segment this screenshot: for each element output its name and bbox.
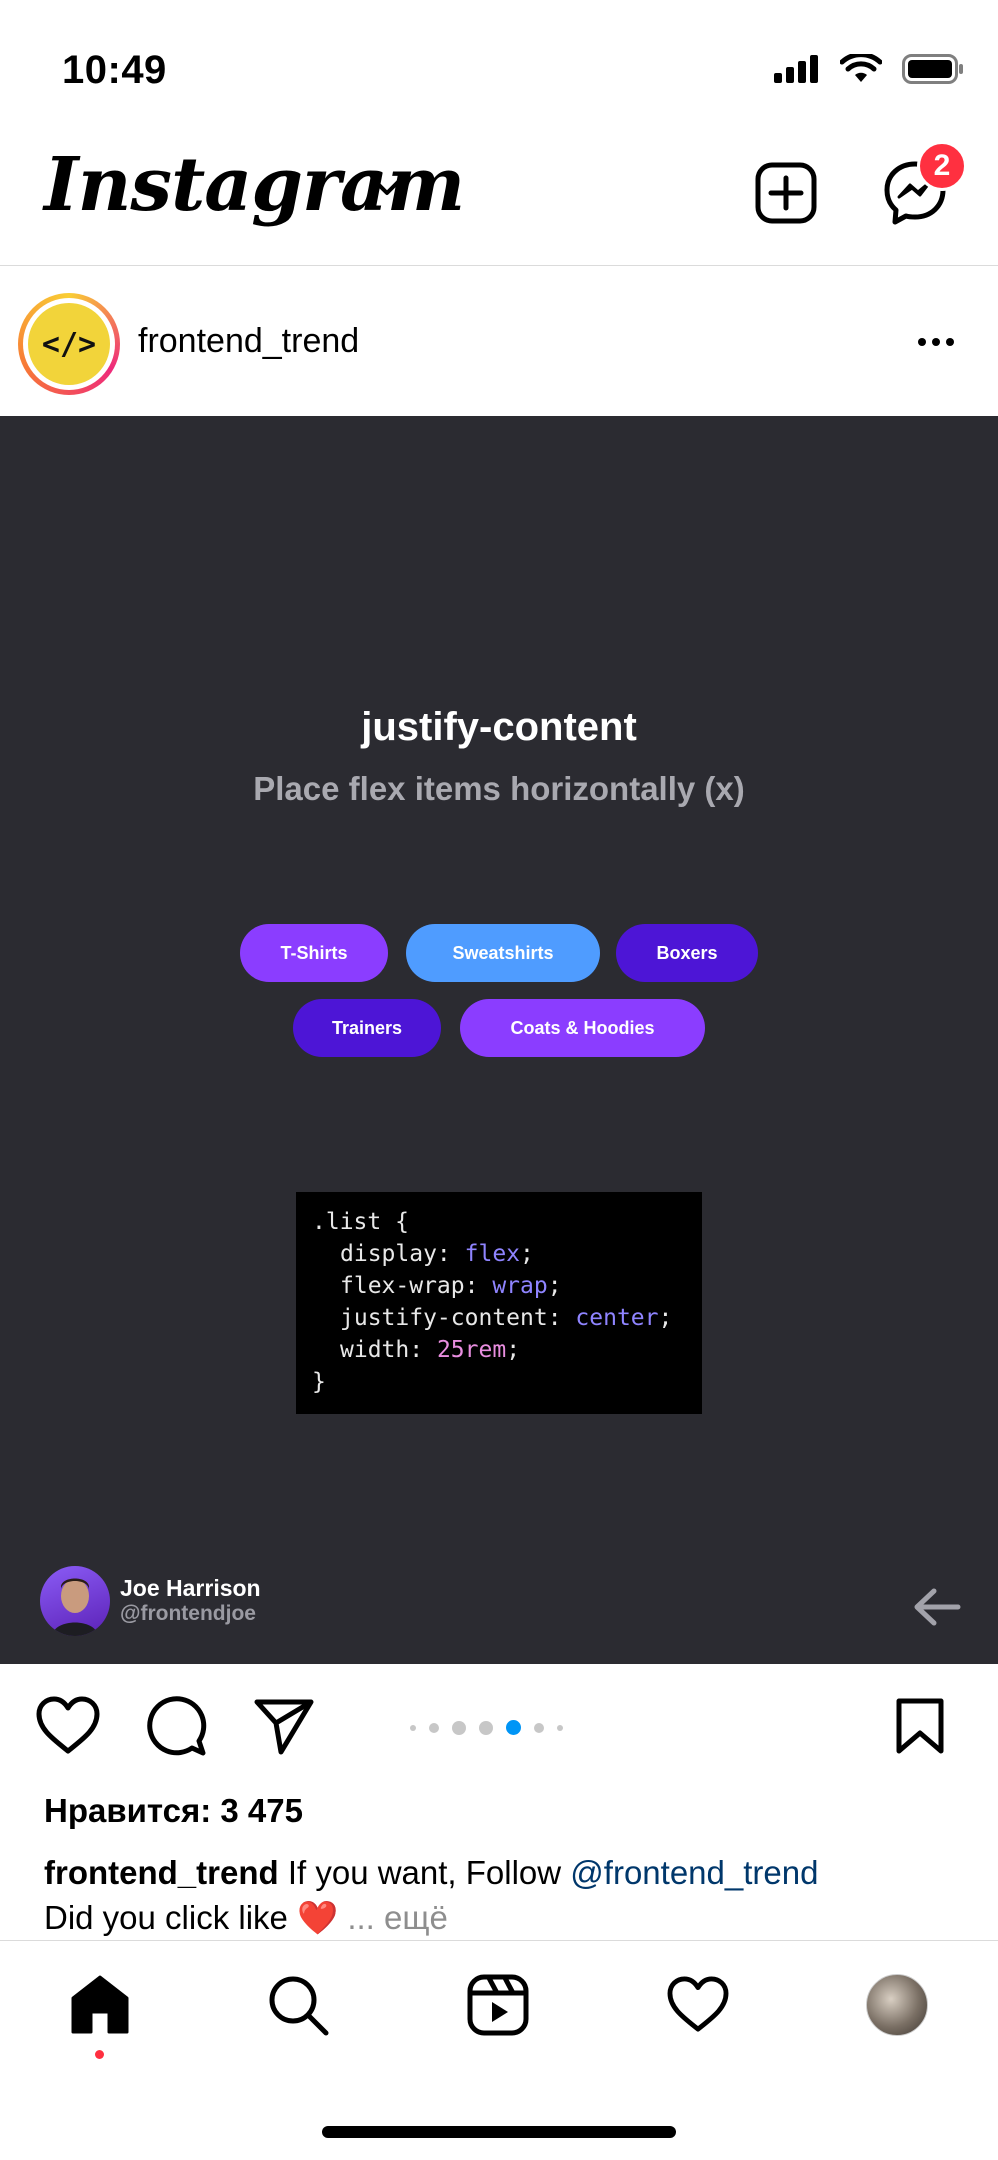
carousel-indicator xyxy=(410,1720,563,1735)
code-line: display: flex; xyxy=(340,1241,534,1267)
wifi-icon xyxy=(840,54,882,82)
caption-username[interactable]: frontend_trend xyxy=(44,1854,279,1891)
status-time: 10:49 xyxy=(62,48,167,92)
home-indicator xyxy=(322,2126,676,2138)
code-line: } xyxy=(312,1369,326,1395)
nav-divider xyxy=(0,1940,998,1941)
nav-search[interactable] xyxy=(258,1965,338,2045)
profile-avatar xyxy=(866,1974,928,2036)
caption-text: If you want, Follow xyxy=(278,1854,571,1891)
post-username[interactable]: frontend_trend xyxy=(138,322,359,361)
battery-icon xyxy=(902,54,963,84)
caption-mention[interactable]: @frontend_trend xyxy=(570,1854,818,1891)
comment-icon xyxy=(147,1696,207,1756)
home-active-dot xyxy=(95,2050,104,2059)
status-icons xyxy=(774,54,964,84)
carousel-dot xyxy=(429,1722,439,1733)
carousel-dot xyxy=(557,1724,563,1731)
messages-badge: 2 xyxy=(917,141,967,191)
heart-icon xyxy=(36,1696,100,1754)
nav-home[interactable] xyxy=(60,1965,140,2045)
new-post-icon xyxy=(755,162,817,224)
carousel-dot xyxy=(534,1722,544,1733)
home-icon xyxy=(71,1975,129,2034)
bookmark-icon xyxy=(896,1698,944,1754)
media-author-name: Joe Harrison xyxy=(120,1575,261,1601)
carousel-dot-active xyxy=(506,1720,521,1735)
pill-item: Boxers xyxy=(616,924,758,982)
search-icon xyxy=(269,1976,329,2036)
likes-count[interactable]: Нравится: 3 475 xyxy=(44,1792,303,1830)
send-icon xyxy=(254,1699,314,1755)
post-author-avatar[interactable]: </> xyxy=(18,293,120,395)
carousel-dot xyxy=(410,1724,416,1731)
pill-item: Coats & Hoodies xyxy=(460,999,705,1057)
new-post-button[interactable] xyxy=(751,158,821,228)
carousel-dot xyxy=(479,1720,493,1735)
more-options-icon[interactable] xyxy=(918,338,954,346)
pill-item: Trainers xyxy=(293,999,441,1057)
chevron-down-icon[interactable] xyxy=(372,178,402,203)
code-line: flex-wrap: wrap; xyxy=(340,1273,562,1299)
nav-activity[interactable] xyxy=(658,1965,738,2045)
post-caption: frontend_trend If you want, Follow @fron… xyxy=(44,1850,964,1940)
avatar-code-logo: </> xyxy=(28,303,110,385)
comment-button[interactable] xyxy=(140,1690,212,1762)
caption-more-link[interactable]: ... ещё xyxy=(338,1899,448,1936)
heart-emoji: ❤️ xyxy=(297,1899,339,1936)
code-block: .list { display: flex; flex-wrap: wrap; … xyxy=(296,1192,702,1414)
nav-profile[interactable] xyxy=(857,1965,937,2045)
share-button[interactable] xyxy=(248,1690,320,1762)
carousel-dot xyxy=(452,1720,466,1735)
pill-item: T-Shirts xyxy=(240,924,388,982)
caption-line2: Did you click like xyxy=(44,1899,298,1936)
save-button[interactable] xyxy=(884,1690,956,1762)
pill-item: Sweatshirts xyxy=(406,924,600,982)
header-divider xyxy=(0,265,998,266)
arrow-left-icon xyxy=(910,1585,962,1634)
code-line: width: 25rem; xyxy=(340,1337,521,1363)
media-author-handle: @frontendjoe xyxy=(120,1602,256,1625)
media-subtitle: Place flex items horizontally (x) xyxy=(253,770,745,807)
reels-icon xyxy=(467,1974,529,2036)
signal-icon xyxy=(774,55,818,83)
heart-icon xyxy=(667,1976,729,2032)
code-line: justify-content: center; xyxy=(340,1305,673,1331)
like-button[interactable] xyxy=(32,1690,104,1762)
nav-reels[interactable] xyxy=(458,1965,538,2045)
code-line: .list { xyxy=(312,1209,409,1235)
media-title: justify-content xyxy=(361,705,637,749)
media-author-avatar xyxy=(40,1566,110,1636)
